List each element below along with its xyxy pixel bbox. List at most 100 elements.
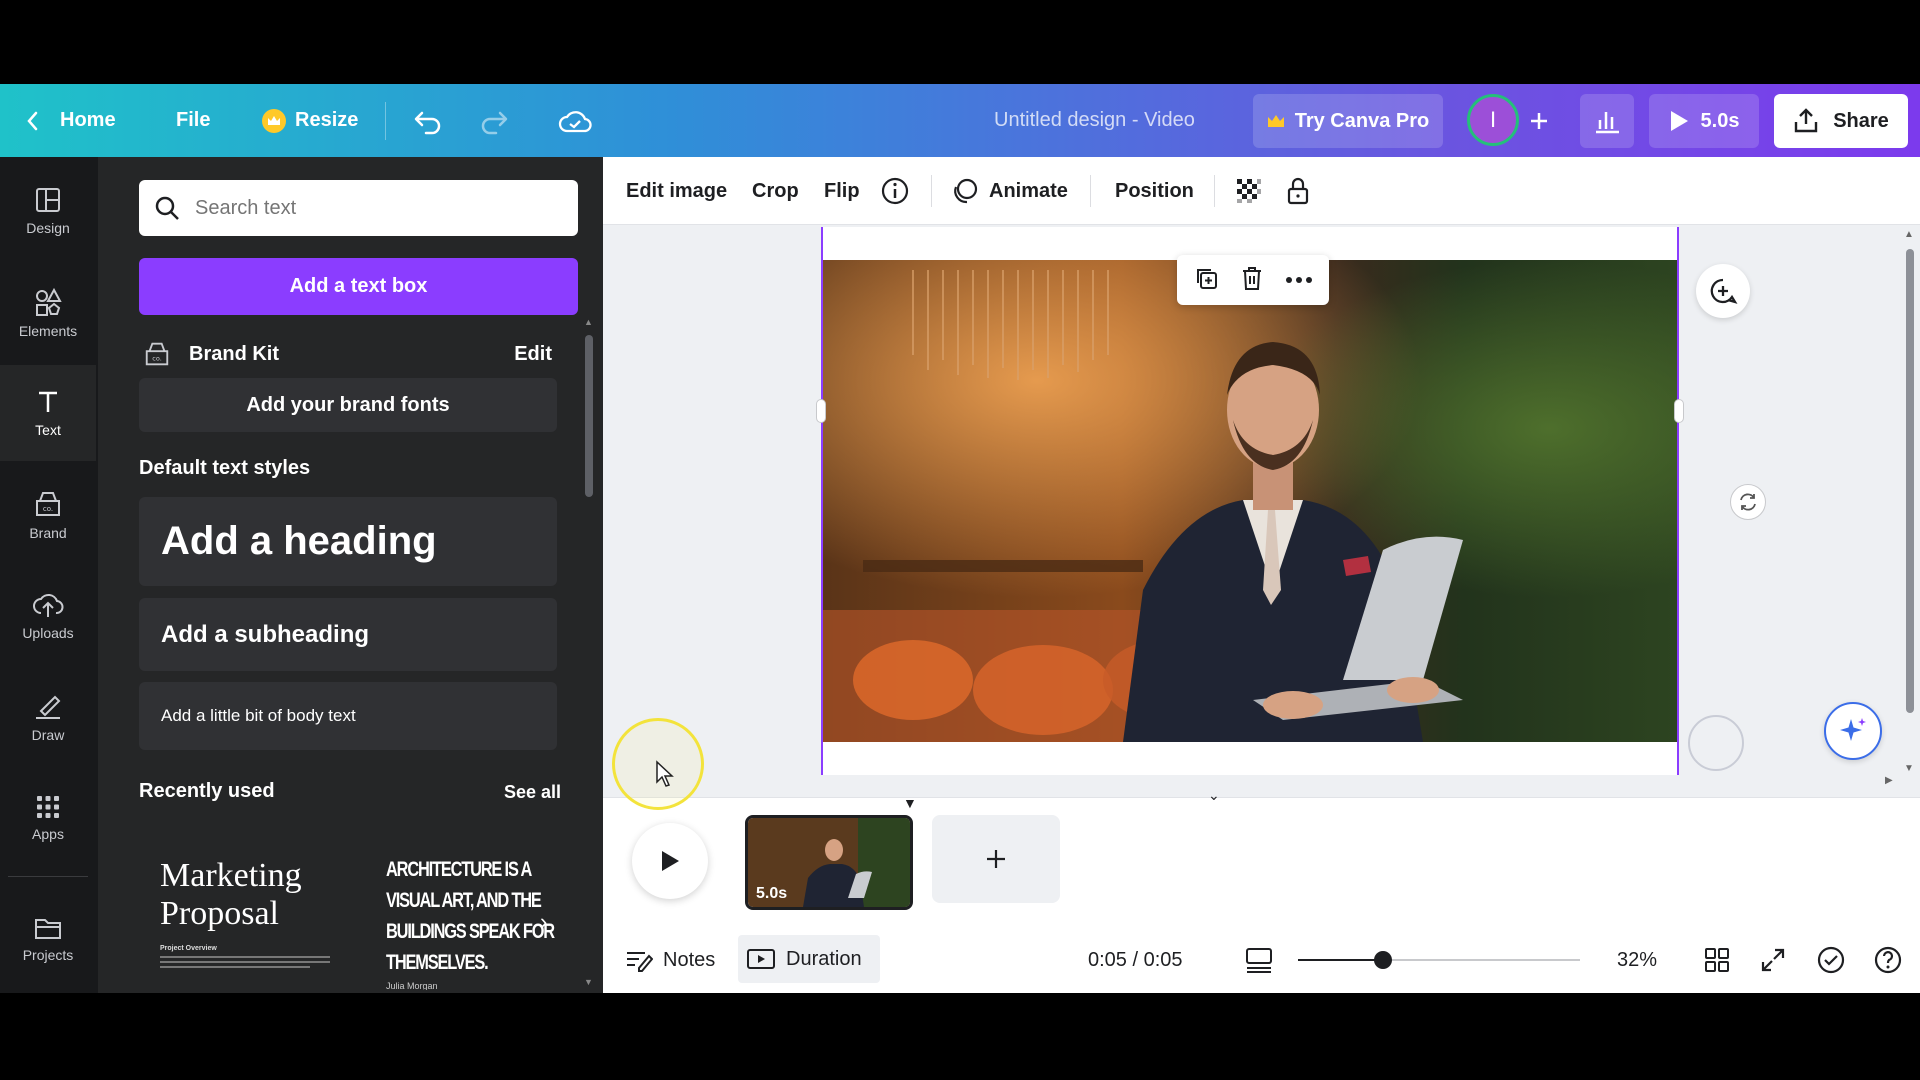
rail-item-apps[interactable]: Apps [0,770,96,866]
try-pro-label: Try Canva Pro [1294,109,1430,132]
rail-item-projects[interactable]: Projects [0,891,96,987]
transparency-button[interactable] [1235,157,1263,225]
template-marketing-proposal[interactable]: Marketing Proposal Project Overview [160,857,350,993]
layout-icon [36,188,60,212]
brand-icon: co. [36,492,60,516]
resize-handle-right[interactable] [1674,399,1684,423]
delete-button[interactable] [1240,265,1264,296]
duplicate-button[interactable] [1193,265,1219,296]
back-home-button[interactable]: Home [24,84,116,157]
scroll-right-arrow-icon[interactable]: ▶ [1885,775,1893,786]
rail-label: Text [35,422,61,438]
edit-image-button[interactable]: Edit image [626,157,727,225]
add-heading-button[interactable]: Add a heading [139,497,557,586]
chevron-left-icon [27,111,38,130]
recently-used-heading: Recently used [139,780,275,802]
search-input[interactable] [139,180,578,236]
redo-button[interactable] [478,84,510,157]
crop-button[interactable]: Crop [752,157,799,225]
info-button[interactable] [880,157,910,225]
bar-chart-icon [1596,112,1619,134]
timeline-panel: ▼ ⌄ 5.0s Notes Duration 0:05 / 0:05 32% [603,787,1920,993]
help-icon [1874,946,1902,974]
zoom-level[interactable]: 32% [1617,935,1657,985]
canvas-image[interactable] [823,260,1677,742]
brand-kit-row: co. Brand Kit Edit [143,334,578,374]
collapse-timeline-chevron-icon[interactable]: ⌄ [1208,787,1220,804]
cloud-check-icon [558,110,592,132]
editor-scrollbar[interactable]: ▲ ▼ [1903,229,1917,789]
share-button[interactable]: Share [1774,94,1908,148]
rail-item-draw[interactable]: Draw [0,669,96,765]
zoom-slider[interactable] [1298,951,1580,969]
scrollbar-thumb[interactable] [585,335,593,497]
scroll-up-arrow-icon[interactable]: ▲ [1904,229,1914,240]
quote-line: BUILDINGS SPEAK FOR [386,920,555,943]
rail-item-text[interactable]: Text [0,365,96,461]
scrollbar-thumb[interactable] [1906,249,1914,713]
lock-icon [1287,177,1309,205]
present-play-button[interactable]: 5.0s [1649,94,1759,148]
add-comment-button[interactable] [1696,264,1750,318]
grid-view-button[interactable] [1704,935,1730,985]
check-button[interactable] [1816,935,1846,985]
svg-text:co.: co. [43,505,53,513]
magic-assistant-button[interactable] [1824,702,1882,760]
template-architecture-quote[interactable]: ARCHITECTURE IS A VISUAL ART, AND THE BU… [386,854,586,990]
play-duration: 5.0s [1700,109,1740,132]
playhead-marker-icon[interactable]: ▼ [903,795,917,811]
carousel-next-icon[interactable]: › [540,909,547,935]
resize-handle-left[interactable] [816,399,826,423]
add-text-box-button[interactable]: Add a text box [139,258,578,315]
brand-kit-edit-link[interactable]: Edit [514,343,552,366]
rail-label: Projects [22,947,74,963]
search-text-field[interactable] [195,196,555,220]
zoom-slider-thumb[interactable] [1373,951,1392,969]
plus-icon [1531,113,1547,129]
panel-scrollbar[interactable]: ▲ ▼ [584,317,594,987]
add-brand-fonts-button[interactable]: Add your brand fonts [139,378,557,432]
animate-button[interactable]: Animate [951,157,1068,225]
insights-button[interactable] [1580,94,1634,148]
notes-button[interactable]: Notes [625,935,715,985]
more-options-button[interactable] [1285,271,1313,289]
file-menu[interactable]: File [176,84,210,157]
rail-label: Uploads [22,625,74,641]
fullscreen-button[interactable] [1760,935,1786,985]
duration-button[interactable]: Duration [738,935,880,983]
add-collaborator-button[interactable] [1521,94,1557,148]
play-button[interactable] [632,823,708,899]
design-title[interactable]: Untitled design - Video [994,84,1195,157]
resize-button[interactable]: Resize [262,84,358,157]
cloud-save-button[interactable] [558,84,592,157]
scroll-up-arrow-icon[interactable]: ▲ [584,317,593,327]
position-button[interactable]: Position [1115,157,1194,225]
notes-icon [627,952,653,972]
divider [1090,175,1091,207]
scroll-down-arrow-icon[interactable]: ▼ [1904,763,1914,774]
help-button[interactable] [1873,935,1903,985]
see-all-link[interactable]: See all [504,782,561,803]
flip-button[interactable]: Flip [824,157,860,225]
rail-item-uploads[interactable]: Uploads [0,568,96,664]
brand-kit-icon: co. [145,342,169,366]
try-canva-pro-button[interactable]: Try Canva Pro [1253,94,1443,148]
rail-item-brand[interactable]: co. Brand [0,467,96,563]
text-icon [39,391,57,412]
rail-item-design[interactable]: Design [0,163,96,259]
rotate-handle[interactable] [1730,484,1766,520]
page-view-toggle[interactable] [1245,935,1273,985]
notes-label: Notes [663,948,716,971]
add-subheading-button[interactable]: Add a subheading [139,598,557,671]
avatar[interactable]: I [1467,94,1519,146]
rail-item-elements[interactable]: Elements [0,265,96,361]
add-body-text-button[interactable]: Add a little bit of body text [139,682,557,750]
add-page-button[interactable] [932,815,1060,903]
lock-button[interactable] [1286,157,1310,225]
page-thumbnail[interactable]: 5.0s [745,815,913,910]
rotate-icon [1740,493,1756,511]
grid-view-icon [1705,948,1729,972]
quote-line: THEMSELVES. [386,951,489,974]
scroll-down-arrow-icon[interactable]: ▼ [584,977,593,987]
undo-button[interactable] [412,84,444,157]
